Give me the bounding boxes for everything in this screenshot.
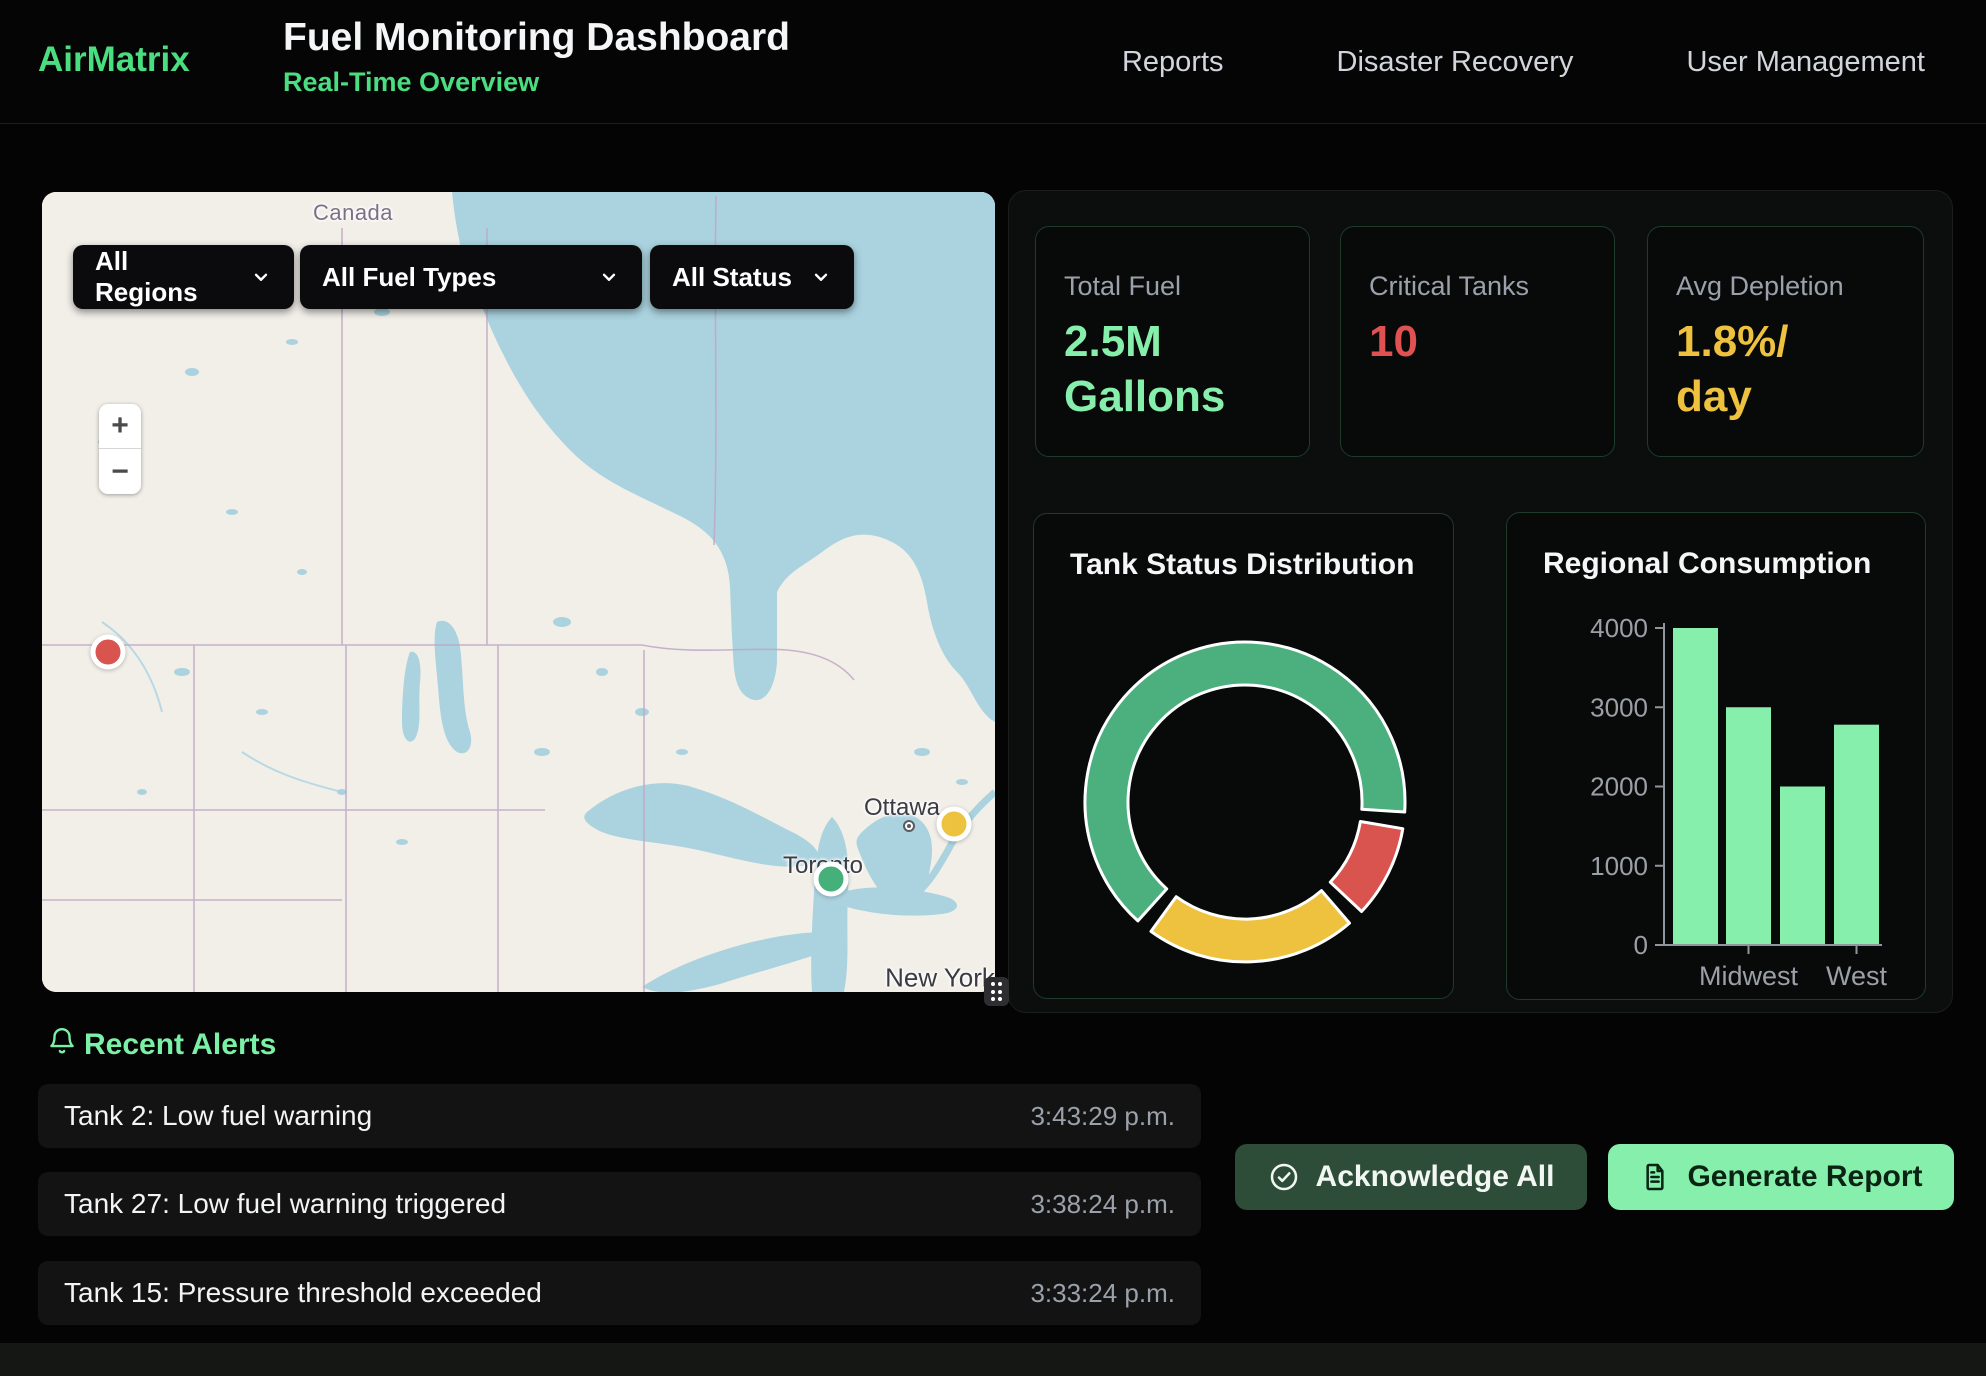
stat-card-critical-tanks: Critical Tanks 10 bbox=[1340, 226, 1615, 457]
fuel-type-filter-value: All Fuel Types bbox=[322, 262, 496, 293]
app-header: AirMatrix Fuel Monitoring Dashboard Real… bbox=[0, 0, 1986, 124]
zoom-in-button[interactable]: + bbox=[99, 404, 141, 449]
generate-report-button[interactable]: Generate Report bbox=[1608, 1144, 1954, 1210]
chevron-down-icon bbox=[598, 266, 620, 288]
resize-drag-handle-icon[interactable] bbox=[984, 977, 1009, 1006]
map-label-ottawa: Ottawa bbox=[864, 794, 940, 822]
chevron-down-icon bbox=[810, 266, 832, 288]
alert-text: Tank 27: Low fuel warning triggered bbox=[64, 1188, 506, 1220]
tank-marker-normal[interactable] bbox=[814, 862, 849, 897]
chart-title: Regional Consumption bbox=[1543, 547, 1871, 581]
map-label-canada: Canada bbox=[313, 200, 393, 226]
tank-marker-critical[interactable] bbox=[91, 635, 126, 670]
alert-time: 3:38:24 p.m. bbox=[1030, 1189, 1175, 1220]
stat-label: Avg Depletion bbox=[1676, 271, 1899, 302]
map-label-new-york: New York bbox=[885, 963, 995, 993]
svg-text:0: 0 bbox=[1634, 930, 1648, 960]
svg-text:4000: 4000 bbox=[1590, 613, 1648, 643]
tank-status-chart-card: Tank Status Distribution bbox=[1033, 513, 1454, 999]
brand-logo: AirMatrix bbox=[38, 40, 190, 80]
page-title: Fuel Monitoring Dashboard bbox=[283, 16, 790, 60]
alert-row[interactable]: Tank 27: Low fuel warning triggered 3:38… bbox=[38, 1172, 1201, 1236]
chart-title: Tank Status Distribution bbox=[1070, 548, 1414, 582]
status-filter-value: All Status bbox=[672, 262, 792, 293]
svg-text:1000: 1000 bbox=[1590, 851, 1648, 881]
acknowledge-all-label: Acknowledge All bbox=[1316, 1160, 1555, 1194]
alert-row[interactable]: Tank 2: Low fuel warning 3:43:29 p.m. bbox=[38, 1084, 1201, 1148]
tank-marker-warning[interactable] bbox=[937, 807, 972, 842]
main-nav: Reports Disaster Recovery User Managemen… bbox=[1122, 46, 1925, 79]
bell-icon bbox=[47, 1026, 77, 1056]
regional-consumption-bar-chart: 0 1000 2000 3000 4000 Midwest West bbox=[1507, 513, 1927, 1001]
document-icon bbox=[1639, 1161, 1671, 1193]
zoom-out-button[interactable]: − bbox=[99, 449, 141, 494]
alert-text: Tank 2: Low fuel warning bbox=[64, 1100, 372, 1132]
status-filter-dropdown[interactable]: All Status bbox=[650, 245, 854, 309]
chevron-down-icon bbox=[250, 266, 272, 288]
tank-status-donut-chart bbox=[1034, 514, 1455, 1000]
alert-row[interactable]: Tank 15: Pressure threshold exceeded 3:3… bbox=[38, 1261, 1201, 1325]
stat-card-total-fuel: Total Fuel 2.5M Gallons bbox=[1035, 226, 1310, 457]
svg-text:3000: 3000 bbox=[1590, 692, 1648, 722]
acknowledge-all-button[interactable]: Acknowledge All bbox=[1235, 1144, 1587, 1210]
nav-item-disaster-recovery[interactable]: Disaster Recovery bbox=[1337, 46, 1574, 79]
fuel-type-filter-dropdown[interactable]: All Fuel Types bbox=[300, 245, 642, 309]
stat-label: Critical Tanks bbox=[1369, 271, 1590, 302]
stat-value: 10 bbox=[1369, 314, 1590, 369]
svg-text:2000: 2000 bbox=[1590, 772, 1648, 802]
region-filter-dropdown[interactable]: All Regions bbox=[73, 245, 294, 309]
stat-value: 1.8%/ day bbox=[1676, 314, 1899, 424]
alert-time: 3:43:29 p.m. bbox=[1030, 1101, 1175, 1132]
page-subtitle: Real-Time Overview bbox=[283, 67, 790, 98]
map-zoom-control: + − bbox=[99, 404, 141, 494]
svg-text:Midwest: Midwest bbox=[1699, 961, 1799, 991]
regional-consumption-chart-card: 0 1000 2000 3000 4000 Midwest West Regional Co… bbox=[1506, 512, 1926, 1000]
nav-item-reports[interactable]: Reports bbox=[1122, 46, 1224, 79]
title-block: Fuel Monitoring Dashboard Real-Time Over… bbox=[283, 16, 790, 98]
generate-report-label: Generate Report bbox=[1687, 1160, 1922, 1194]
stat-label: Total Fuel bbox=[1064, 271, 1285, 302]
nav-item-user-management[interactable]: User Management bbox=[1686, 46, 1925, 79]
region-filter-value: All Regions bbox=[95, 246, 232, 308]
dashboard-panel: Total Fuel 2.5M Gallons Critical Tanks 1… bbox=[1008, 190, 1953, 1013]
check-circle-icon bbox=[1268, 1161, 1300, 1193]
alert-time: 3:33:24 p.m. bbox=[1030, 1278, 1175, 1309]
stat-card-avg-depletion: Avg Depletion 1.8%/ day bbox=[1647, 226, 1924, 457]
stat-value: 2.5M Gallons bbox=[1064, 314, 1285, 424]
recent-alerts-heading: Recent Alerts bbox=[84, 1028, 276, 1062]
bottom-bar bbox=[0, 1343, 1986, 1376]
svg-text:West: West bbox=[1826, 961, 1888, 991]
fuel-map[interactable]: Canada Ottawa Toronto New York + − bbox=[42, 192, 995, 992]
town-icon-ottawa bbox=[903, 820, 915, 832]
alert-text: Tank 15: Pressure threshold exceeded bbox=[64, 1277, 542, 1309]
